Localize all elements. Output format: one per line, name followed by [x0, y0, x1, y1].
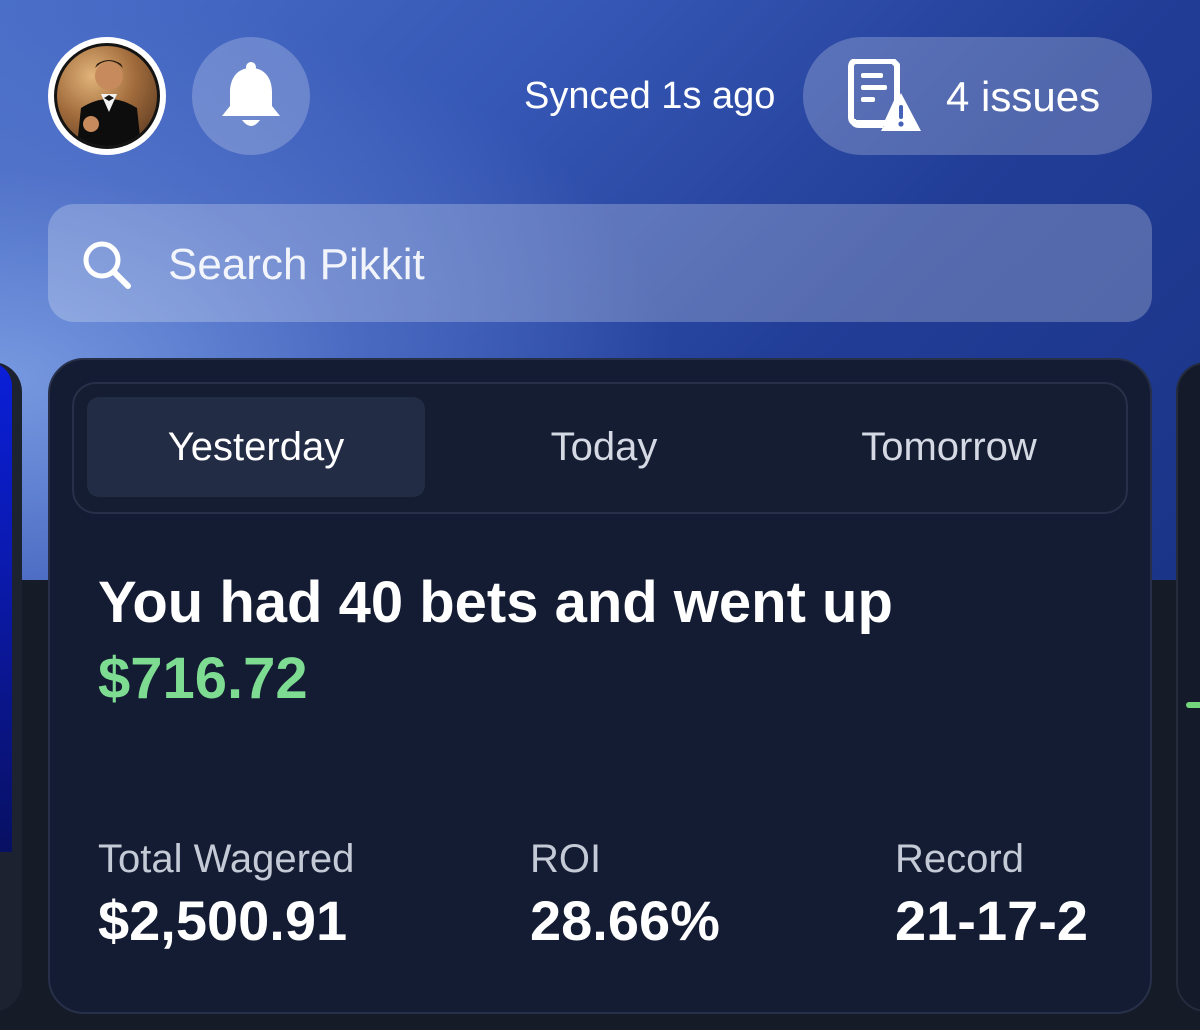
tab-yesterday[interactable]: Yesterday: [87, 397, 425, 497]
profit-amount: $716.72: [98, 646, 308, 711]
notifications-button[interactable]: [192, 37, 310, 155]
next-card-indicator: [1186, 702, 1200, 708]
document-warning-icon: [848, 59, 921, 131]
bell-icon: [222, 62, 280, 126]
tab-tomorrow[interactable]: Tomorrow: [780, 397, 1118, 497]
avatar[interactable]: [48, 37, 166, 155]
total-wagered-value: $2,500.91: [98, 889, 348, 952]
previous-card-peek[interactable]: [0, 362, 22, 1012]
search-placeholder: Search Pikkit: [168, 240, 425, 289]
sync-status: Synced 1s ago: [524, 75, 776, 117]
issues-button[interactable]: 4 issues: [803, 37, 1152, 155]
issues-count-label: 4 issues: [946, 73, 1101, 120]
tab-today[interactable]: Today: [435, 397, 773, 497]
search-icon: [83, 241, 131, 289]
previous-card-banner: [0, 362, 12, 852]
record-value: 21-17-2: [895, 889, 1089, 952]
roi-value: 28.66%: [530, 889, 720, 952]
profile-photo: [54, 43, 160, 149]
total-wagered-label: Total Wagered: [98, 837, 355, 881]
summary-headline: You had 40 bets and went up: [98, 570, 893, 635]
next-card-peek[interactable]: [1176, 362, 1200, 1012]
roi-label: ROI: [530, 837, 602, 881]
record-label: Record: [895, 837, 1024, 881]
